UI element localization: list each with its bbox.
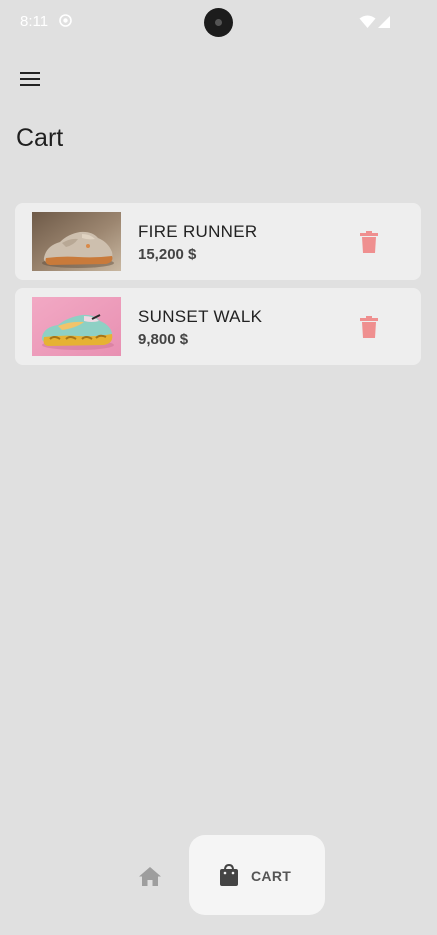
product-thumbnail	[32, 297, 121, 356]
delete-item-button[interactable]	[355, 228, 383, 256]
nav-cart-label: CART	[251, 868, 292, 884]
cart-item[interactable]: SUNSET WALK 9,800 $	[15, 288, 421, 365]
cart-screen: 8:11 Cart FIRE RUNNER 15,200 $ SUNSET WA…	[0, 0, 437, 935]
shopping-bag-icon	[220, 864, 238, 886]
hamburger-menu-icon	[20, 72, 40, 86]
page-title: Cart	[16, 124, 64, 152]
wifi-icon	[359, 15, 376, 28]
cart-list: FIRE RUNNER 15,200 $ SUNSET WALK 9,800 $	[15, 203, 421, 373]
item-name: FIRE RUNNER	[138, 222, 258, 241]
product-thumbnail	[32, 212, 121, 271]
trash-icon	[360, 316, 378, 338]
item-price: 15,200 $	[138, 246, 197, 263]
signal-icon	[378, 16, 390, 28]
trash-icon	[360, 231, 378, 253]
status-time: 8:11	[20, 13, 49, 30]
delete-item-button[interactable]	[355, 313, 383, 341]
front-camera	[204, 8, 233, 37]
menu-button[interactable]	[14, 63, 46, 95]
cart-item[interactable]: FIRE RUNNER 15,200 $	[15, 203, 421, 280]
item-price: 9,800 $	[138, 331, 189, 348]
item-name: SUNSET WALK	[138, 307, 263, 326]
status-bar: 8:11	[0, 0, 437, 44]
nav-home-button[interactable]	[136, 863, 164, 889]
notification-icon	[59, 14, 72, 27]
nav-cart-button[interactable]: CART	[189, 835, 325, 915]
home-icon	[139, 866, 161, 886]
